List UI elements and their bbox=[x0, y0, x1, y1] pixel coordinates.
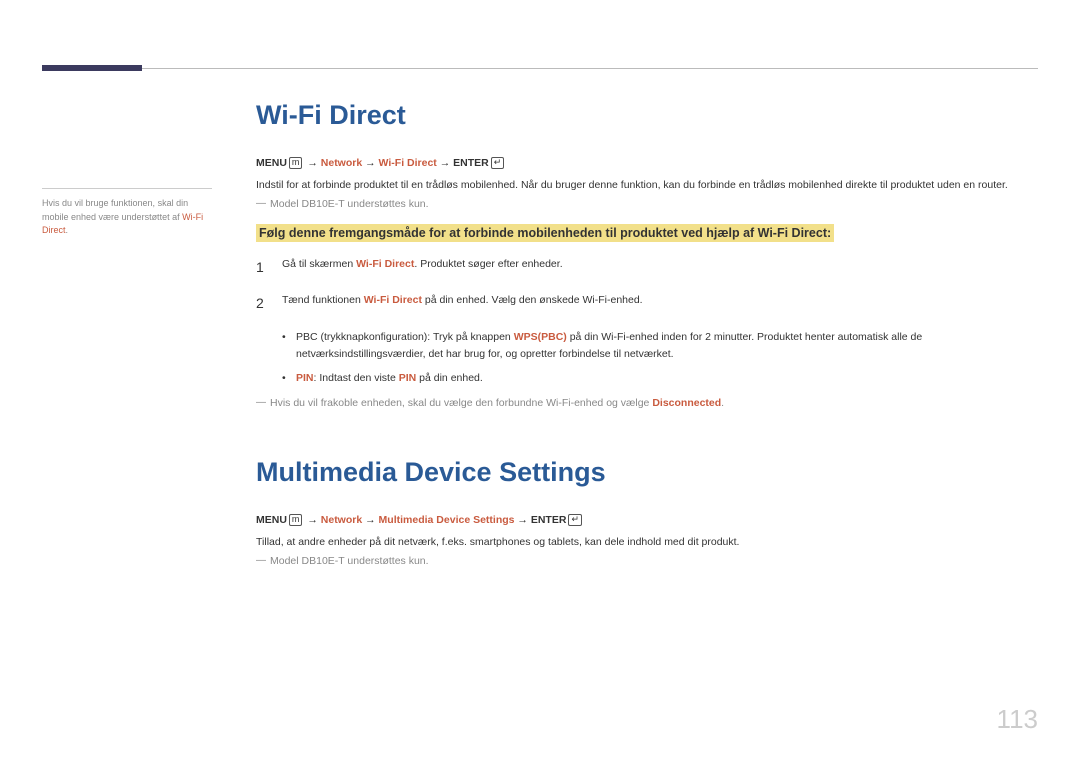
path-arrow: → bbox=[304, 514, 320, 526]
step-body: Tænd funktionen Wi-Fi Direct på din enhe… bbox=[282, 292, 1038, 314]
bullet-pin: PIN: Indtast den viste PIN på din enhed. bbox=[282, 370, 1038, 387]
bullet-highlight: WPS(PBC) bbox=[514, 331, 567, 343]
path-arrow: → bbox=[437, 157, 453, 169]
step-text: Tænd funktionen bbox=[282, 294, 364, 306]
path-network: Network bbox=[321, 514, 362, 526]
path-network: Network bbox=[321, 157, 362, 169]
nav-path-wifi: MENUm → Network → Wi-Fi Direct → ENTER↵ bbox=[256, 157, 1038, 169]
sidebar-text-a: Hvis du vil bruge funktionen, skal din m… bbox=[42, 198, 188, 222]
main-content: Wi-Fi Direct MENUm → Network → Wi-Fi Dir… bbox=[256, 100, 1038, 581]
path-arrow: → bbox=[362, 514, 378, 526]
step-highlight: Wi-Fi Direct bbox=[356, 258, 414, 270]
note-text: . bbox=[721, 397, 724, 409]
header-rule bbox=[42, 68, 1038, 69]
section-desc: Indstil for at forbinde produktet til en… bbox=[256, 177, 1038, 194]
path-enter: ENTER bbox=[453, 157, 489, 169]
bullet-text: på din enhed. bbox=[416, 372, 483, 384]
section-desc: Tillad, at andre enheder på dit netværk,… bbox=[256, 534, 1038, 551]
section-title-wifi: Wi-Fi Direct bbox=[256, 100, 1038, 131]
path-item: Wi-Fi Direct bbox=[379, 157, 437, 169]
menu-icon: m bbox=[289, 514, 303, 526]
nav-path-multimedia: MENUm → Network → Multimedia Device Sett… bbox=[256, 514, 1038, 526]
bullet-text: PBC (trykknapkonfiguration): Tryk på kna… bbox=[296, 331, 514, 343]
page-number: 113 bbox=[997, 704, 1038, 735]
note-text: Hvis du vil frakoble enheden, skal du væ… bbox=[270, 397, 652, 409]
disconnect-note: Hvis du vil frakoble enheden, skal du væ… bbox=[256, 397, 1038, 409]
bullet-list: PBC (trykknapkonfiguration): Tryk på kna… bbox=[256, 329, 1038, 387]
enter-icon: ↵ bbox=[568, 514, 582, 526]
menu-icon: m bbox=[289, 157, 303, 169]
section-title-multimedia: Multimedia Device Settings bbox=[256, 457, 1038, 488]
step-1: 1 Gå til skærmen Wi-Fi Direct. Produktet… bbox=[256, 256, 1038, 278]
procedure-callout: Følg denne fremgangsmåde for at forbinde… bbox=[256, 224, 834, 242]
path-arrow: → bbox=[304, 157, 320, 169]
step-highlight: Wi-Fi Direct bbox=[364, 294, 422, 306]
model-note: Model DB10E-T understøttes kun. bbox=[256, 555, 1038, 567]
section-multimedia: Multimedia Device Settings MENUm → Netwo… bbox=[256, 457, 1038, 567]
callout-wrap: Følg denne fremgangsmåde for at forbinde… bbox=[256, 224, 1038, 242]
note-highlight: Disconnected bbox=[652, 397, 721, 409]
sidebar-note: Hvis du vil bruge funktionen, skal din m… bbox=[42, 188, 212, 238]
step-2: 2 Tænd funktionen Wi-Fi Direct på din en… bbox=[256, 292, 1038, 314]
enter-icon: ↵ bbox=[491, 157, 505, 169]
step-text: på din enhed. Vælg den ønskede Wi-Fi-enh… bbox=[422, 294, 643, 306]
header-accent bbox=[42, 65, 142, 71]
bullet-text: : Indtast den viste bbox=[314, 372, 399, 384]
path-menu: MENU bbox=[256, 514, 287, 526]
bullet-highlight: PIN bbox=[399, 372, 417, 384]
path-enter: ENTER bbox=[531, 514, 567, 526]
path-arrow: → bbox=[362, 157, 378, 169]
step-body: Gå til skærmen Wi-Fi Direct. Produktet s… bbox=[282, 256, 1038, 278]
path-item: Multimedia Device Settings bbox=[379, 514, 515, 526]
path-arrow: → bbox=[515, 514, 531, 526]
path-menu: MENU bbox=[256, 157, 287, 169]
step-number: 2 bbox=[256, 292, 282, 314]
bullet-highlight: PIN bbox=[296, 372, 314, 384]
step-text: Gå til skærmen bbox=[282, 258, 356, 270]
step-text: . Produktet søger efter enheder. bbox=[414, 258, 562, 270]
bullet-pbc: PBC (trykknapkonfiguration): Tryk på kna… bbox=[282, 329, 1038, 363]
step-number: 1 bbox=[256, 256, 282, 278]
model-note: Model DB10E-T understøttes kun. bbox=[256, 198, 1038, 210]
sidebar-text-b: . bbox=[66, 225, 69, 235]
